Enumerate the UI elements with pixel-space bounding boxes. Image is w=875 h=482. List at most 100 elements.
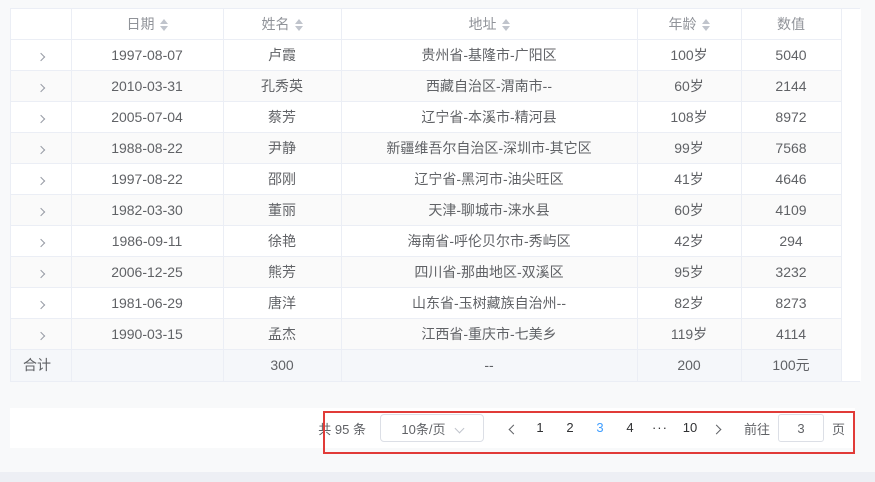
table-row: 1997-08-22 邵刚 辽宁省-黑河市-油尖旺区 41岁 4646 (11, 163, 861, 195)
sort-descending-icon[interactable] (701, 26, 710, 32)
summary-address: -- (341, 349, 638, 381)
pager: 1 2 3 4 ··· 10 (525, 414, 705, 442)
column-label: 年龄 (668, 15, 697, 32)
column-label: 姓名 (261, 15, 290, 32)
scrollbar-gutter (841, 101, 861, 132)
cell-name: 董丽 (223, 194, 342, 226)
sort-descending-icon[interactable] (159, 26, 168, 32)
chevron-right-icon (36, 238, 45, 247)
cell-age: 42岁 (637, 225, 742, 257)
prev-page-button[interactable] (502, 414, 525, 442)
summary-value: 100元 (741, 349, 842, 381)
chevron-right-icon (36, 300, 45, 309)
cell-name: 孔秀英 (223, 70, 342, 102)
next-page-button[interactable] (705, 414, 728, 442)
expand-row-button[interactable] (11, 287, 72, 319)
cell-name: 徐艳 (223, 225, 342, 257)
pager-page-4[interactable]: 4 (615, 414, 645, 442)
page-size-select[interactable]: 10条/页 (379, 414, 484, 442)
page-size-value: 10条/页 (401, 421, 446, 437)
scrollbar-gutter (841, 349, 861, 381)
pager-more-icon[interactable]: ··· (645, 414, 675, 442)
column-header-name[interactable]: 姓名 (223, 9, 342, 40)
column-header-date[interactable]: 日期 (71, 9, 224, 40)
total-count: 共 95 条 (318, 421, 366, 437)
cell-value: 4114 (741, 318, 842, 350)
scrollbar-gutter (841, 163, 861, 194)
cell-value: 3232 (741, 256, 842, 288)
cell-value: 2144 (741, 70, 842, 102)
table-row: 1990-03-15 孟杰 江西省-重庆市-七美乡 119岁 4114 (11, 318, 861, 350)
summary-age: 200 (637, 349, 742, 381)
cell-address: 辽宁省-黑河市-油尖旺区 (341, 163, 638, 195)
cell-name: 邵刚 (223, 163, 342, 195)
table-row: 2010-03-31 孔秀英 西藏自治区-渭南市-- 60岁 2144 (11, 70, 861, 102)
chevron-right-icon (36, 52, 45, 61)
cell-age: 100岁 (637, 39, 742, 71)
cell-age: 99岁 (637, 132, 742, 164)
cell-name: 唐洋 (223, 287, 342, 319)
column-header-address[interactable]: 地址 (341, 9, 638, 40)
cell-name: 孟杰 (223, 318, 342, 350)
cell-address: 新疆维吾尔自治区-深圳市-其它区 (341, 132, 638, 164)
cell-age: 60岁 (637, 194, 742, 226)
expand-row-button[interactable] (11, 163, 72, 195)
expand-row-button[interactable] (11, 70, 72, 102)
pager-page-1[interactable]: 1 (525, 414, 555, 442)
expand-row-button[interactable] (11, 101, 72, 133)
pager-page-2[interactable]: 2 (555, 414, 585, 442)
chevron-right-icon (36, 145, 45, 154)
cell-value: 4646 (741, 163, 842, 195)
cell-name: 熊芳 (223, 256, 342, 288)
expand-row-button[interactable] (11, 256, 72, 288)
chevron-right-icon (36, 114, 45, 123)
table-row: 1997-08-07 卢霞 贵州省-基隆市-广阳区 100岁 5040 (11, 39, 861, 71)
cell-date: 1997-08-22 (71, 163, 224, 195)
table-row: 2005-07-04 蔡芳 辽宁省-本溪市-精河县 108岁 8972 (11, 101, 861, 133)
sort-descending-icon[interactable] (501, 26, 510, 32)
jumper-prefix-label: 前往 (743, 421, 770, 437)
cell-age: 95岁 (637, 256, 742, 288)
cell-value: 5040 (741, 39, 842, 71)
cell-date: 1981-06-29 (71, 287, 224, 319)
pager-page-3[interactable]: 3 (585, 414, 615, 442)
column-label: 数值 (777, 15, 805, 32)
cell-age: 119岁 (637, 318, 742, 350)
pagination-bar: 共 95 条 10条/页 1234···10 前往 页 (10, 408, 855, 448)
cell-value: 8273 (741, 287, 842, 319)
sort-carets-icon[interactable] (501, 19, 510, 32)
column-header-expand (11, 9, 72, 40)
cell-age: 60岁 (637, 70, 742, 102)
cell-value: 4109 (741, 194, 842, 226)
expand-row-button[interactable] (11, 318, 72, 350)
sort-carets-icon[interactable] (294, 19, 303, 32)
cell-address: 四川省-那曲地区-双溪区 (341, 256, 638, 288)
sort-carets-icon[interactable] (159, 19, 168, 32)
column-header-age[interactable]: 年龄 (637, 9, 742, 40)
chevron-right-icon (36, 331, 45, 340)
column-header-value: 数值 (741, 9, 842, 40)
data-table: 日期 姓名 地址 年龄 数值 1997-08-07 卢霞 贵州省-基隆市-广阳区 100岁 50… (11, 9, 861, 381)
page-jump-input[interactable] (777, 414, 824, 442)
expand-row-button[interactable] (11, 39, 72, 71)
expand-row-button[interactable] (11, 132, 72, 164)
cell-address: 海南省-呼伦贝尔市-秀屿区 (341, 225, 638, 257)
scrollbar-gutter (841, 287, 861, 318)
cell-date: 1982-03-30 (71, 194, 224, 226)
scrollbar-gutter (841, 256, 861, 287)
sort-ascending-icon[interactable] (501, 19, 510, 25)
sort-carets-icon[interactable] (701, 19, 710, 32)
summary-date (71, 349, 224, 381)
pager-page-10[interactable]: 10 (675, 414, 705, 442)
cell-age: 82岁 (637, 287, 742, 319)
expand-row-button[interactable] (11, 225, 72, 257)
sort-descending-icon[interactable] (294, 26, 303, 32)
sort-ascending-icon[interactable] (701, 19, 710, 25)
sort-ascending-icon[interactable] (294, 19, 303, 25)
cell-date: 2005-07-04 (71, 101, 224, 133)
sort-ascending-icon[interactable] (159, 19, 168, 25)
cell-value: 7568 (741, 132, 842, 164)
expand-row-button[interactable] (11, 194, 72, 226)
cell-date: 2010-03-31 (71, 70, 224, 102)
summary-row: 合计 300 -- 200 100元 (11, 349, 861, 381)
